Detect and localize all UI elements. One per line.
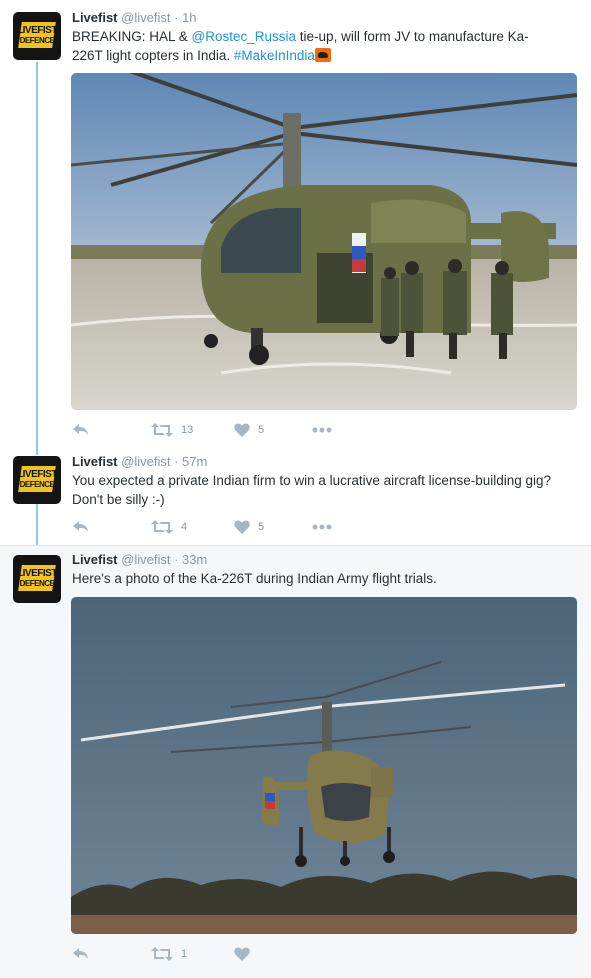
retweet-count: 4	[181, 521, 188, 533]
reply-icon	[73, 948, 88, 959]
like-button[interactable]: 5	[234, 420, 264, 440]
mention-link[interactable]: @Rostec_Russia	[192, 29, 297, 44]
reply-button[interactable]	[72, 944, 90, 964]
avatar[interactable]: LIVEFIST DEFENCE	[13, 12, 61, 60]
tweet[interactable]: LIVEFIST DEFENCE Livefist @livefist · 57…	[0, 446, 591, 544]
retweet-button[interactable]: 1	[151, 944, 187, 964]
tweet-header: Livefist @livefist · 57m	[72, 453, 207, 471]
tweet[interactable]: LIVEFIST DEFENCE Livefist @livefist · 1h…	[0, 0, 591, 446]
retweet-button[interactable]: 13	[151, 420, 193, 440]
reply-button[interactable]	[72, 420, 90, 440]
tweet-text: BREAKING: HAL & @Rostec_Russia tie-up, w…	[72, 29, 529, 63]
tweet-text: Here's a photo of the Ka-226T during Ind…	[72, 571, 437, 586]
reply-icon	[73, 521, 88, 532]
like-button[interactable]	[234, 944, 258, 964]
reply-button[interactable]	[72, 517, 90, 537]
like-count: 5	[258, 521, 265, 533]
retweet-count: 1	[181, 948, 188, 960]
reply-icon	[73, 424, 88, 435]
tweet-header: Livefist @livefist · 1h	[72, 9, 197, 27]
like-button[interactable]: 5	[234, 517, 264, 537]
helicopter-ground-photo	[71, 73, 577, 410]
tweet-time[interactable]: · 57m	[174, 454, 207, 469]
heart-icon	[234, 947, 250, 961]
tweet-text: You expected a private Indian firm to wi…	[72, 473, 552, 507]
tweet-time[interactable]: · 33m	[174, 552, 207, 567]
author-handle[interactable]: @livefist	[121, 454, 170, 469]
author-name[interactable]: Livefist	[72, 10, 118, 25]
tiger-emoji-icon	[314, 48, 331, 62]
author-name[interactable]: Livefist	[72, 552, 118, 567]
tweet-photo[interactable]	[71, 73, 577, 410]
tweet[interactable]: LIVEFIST DEFENCE Livefist @livefist · 33…	[0, 545, 591, 978]
author-name[interactable]: Livefist	[72, 454, 118, 469]
tweet-actions: 4 5	[72, 517, 472, 537]
retweet-icon	[151, 520, 173, 534]
heart-icon	[234, 520, 250, 534]
tweet-time[interactable]: · 1h	[174, 10, 196, 25]
retweet-button[interactable]: 4	[151, 517, 187, 537]
avatar[interactable]: LIVEFIST DEFENCE	[13, 555, 61, 603]
like-count: 5	[258, 424, 265, 436]
helicopter-flight-photo	[71, 597, 577, 934]
tweet-header: Livefist @livefist · 33m	[72, 551, 207, 569]
retweet-icon	[151, 947, 173, 961]
retweet-icon	[151, 423, 173, 437]
retweet-count: 13	[181, 424, 194, 436]
more-icon	[312, 524, 332, 530]
avatar[interactable]: LIVEFIST DEFENCE	[13, 456, 61, 504]
heart-icon	[234, 423, 250, 437]
more-button[interactable]	[312, 517, 332, 537]
tweet-actions: 13 5	[72, 420, 472, 440]
more-icon	[312, 427, 332, 433]
hashtag-link[interactable]: #MakeInIndia	[234, 48, 315, 63]
tweet-actions: 1	[72, 944, 472, 964]
tweet-photo[interactable]	[71, 597, 577, 934]
more-button[interactable]	[312, 420, 332, 440]
author-handle[interactable]: @livefist	[121, 552, 170, 567]
author-handle[interactable]: @livefist	[121, 10, 170, 25]
